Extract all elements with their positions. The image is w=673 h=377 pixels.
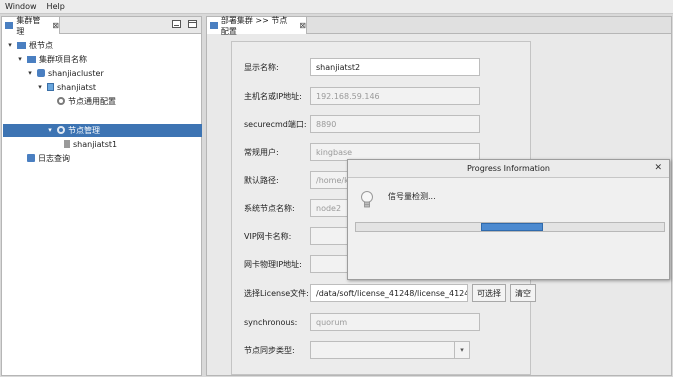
close-icon[interactable]: ✕ xyxy=(654,163,662,173)
label-path: 默认路径: xyxy=(244,175,279,185)
tree-node-shanjiatst1[interactable]: shanjiatst1 xyxy=(64,137,117,151)
label-synchronous: synchronous: xyxy=(244,317,298,327)
label-vip-nic: VIP网卡名称: xyxy=(244,231,292,241)
dialog-titlebar: Progress Information ✕ xyxy=(348,160,669,178)
expand-icon[interactable]: ▾ xyxy=(16,55,24,63)
node-icon xyxy=(64,140,70,148)
folder-icon xyxy=(27,55,36,63)
label-license: 选择License文件: xyxy=(244,288,309,298)
dialog-title: Progress Information xyxy=(467,164,550,173)
tree-node-log-query[interactable]: 日志查询 xyxy=(16,151,70,165)
tree-node-label: 日志查询 xyxy=(38,153,70,163)
expand-icon[interactable]: ▾ xyxy=(46,126,54,134)
label-sync-type: 节点同步类型: xyxy=(244,345,295,355)
tab-label: 集群管理 xyxy=(16,15,41,36)
tree-node-common-config[interactable]: 节点通用配置 xyxy=(46,94,116,108)
tree-node-label: 节点通用配置 xyxy=(68,96,116,106)
tab-cluster-management[interactable]: 集群管理 ⊠ xyxy=(2,15,60,36)
expand-icon[interactable]: ▾ xyxy=(26,69,34,77)
tree-node-root[interactable]: ▾ 根节点 xyxy=(6,38,53,52)
clear-license-button[interactable]: 清空 xyxy=(510,284,536,302)
gear-icon xyxy=(57,126,65,134)
database-icon xyxy=(37,69,45,77)
gear-icon xyxy=(57,97,65,105)
tree-node-project[interactable]: ▾ 集群项目名称 xyxy=(16,52,87,66)
progress-bar-fill xyxy=(481,223,543,231)
tree-node-cluster[interactable]: ▾ shanjiacluster xyxy=(26,66,104,80)
label-node-name: 系统节点名称: xyxy=(244,203,295,213)
license-path-input[interactable]: /data/soft/license_41248/license_41248_0… xyxy=(310,284,468,302)
display-name-input[interactable]: shanjiatst2 xyxy=(310,58,480,76)
menu-help[interactable]: Help xyxy=(42,2,70,11)
tree-node-label: 根节点 xyxy=(29,40,53,50)
right-view-tabbar: 部署集群 >> 节点配置 ⊠ xyxy=(207,15,671,36)
cluster-icon xyxy=(5,22,14,29)
progress-dialog: Progress Information ✕ 信号量检测... xyxy=(347,159,670,280)
tree-selection-highlight xyxy=(3,124,202,137)
log-icon xyxy=(27,154,35,162)
sync-type-select[interactable]: ▾ xyxy=(310,341,470,359)
choose-license-button[interactable]: 可选择 xyxy=(472,284,506,302)
tree-node-node-management[interactable]: ▾ 节点管理 xyxy=(46,123,100,137)
folder-icon xyxy=(17,41,26,49)
expand-icon[interactable]: ▾ xyxy=(36,83,44,91)
view-controls xyxy=(172,20,197,28)
chevron-down-icon[interactable]: ▾ xyxy=(454,342,469,358)
tree-node-label: shanjiacluster xyxy=(48,68,104,78)
host-icon xyxy=(47,83,54,91)
tab-label: 部署集群 >> 节点配置 xyxy=(220,15,288,36)
maximize-icon[interactable] xyxy=(188,20,197,28)
label-securecmd-port: securecmd端口: xyxy=(244,119,307,129)
progress-bar xyxy=(355,222,665,232)
deploy-icon xyxy=(210,22,218,29)
tree-node-label: shanjiatst1 xyxy=(73,139,118,149)
expand-icon[interactable]: ▾ xyxy=(6,41,14,49)
securecmd-port-input[interactable]: 8890 xyxy=(310,115,480,133)
close-icon[interactable]: ⊠ xyxy=(299,21,306,30)
synchronous-input[interactable]: quorum xyxy=(310,313,480,331)
cluster-management-view: 集群管理 ⊠ ▾ 根节点 ▾ 集群项目名称 ▾ shanjiacluster ▾… xyxy=(1,16,202,376)
host-input[interactable]: 192.168.59.146 xyxy=(310,87,480,105)
close-icon[interactable]: ⊠ xyxy=(52,21,59,30)
label-user: 常规用户: xyxy=(244,147,279,157)
progress-message: 信号量检测... xyxy=(388,192,436,201)
menu-bar: Window Help xyxy=(0,0,673,14)
tree-node-host[interactable]: ▾ shanjiatst xyxy=(36,80,96,94)
left-view-tabbar: 集群管理 ⊠ xyxy=(2,15,201,36)
tree-node-label: 集群项目名称 xyxy=(39,54,87,64)
lightbulb-icon xyxy=(361,191,373,208)
label-nic-ip: 网卡物理IP地址: xyxy=(244,259,302,269)
label-host: 主机名或IP地址: xyxy=(244,91,302,101)
label-display-name: 显示名称: xyxy=(244,62,279,72)
menu-window[interactable]: Window xyxy=(0,2,42,11)
minimize-icon[interactable] xyxy=(172,20,181,28)
tree-node-label: 节点管理 xyxy=(68,125,100,135)
tree-node-label: shanjiatst xyxy=(57,82,96,92)
tab-node-config[interactable]: 部署集群 >> 节点配置 ⊠ xyxy=(207,15,307,36)
